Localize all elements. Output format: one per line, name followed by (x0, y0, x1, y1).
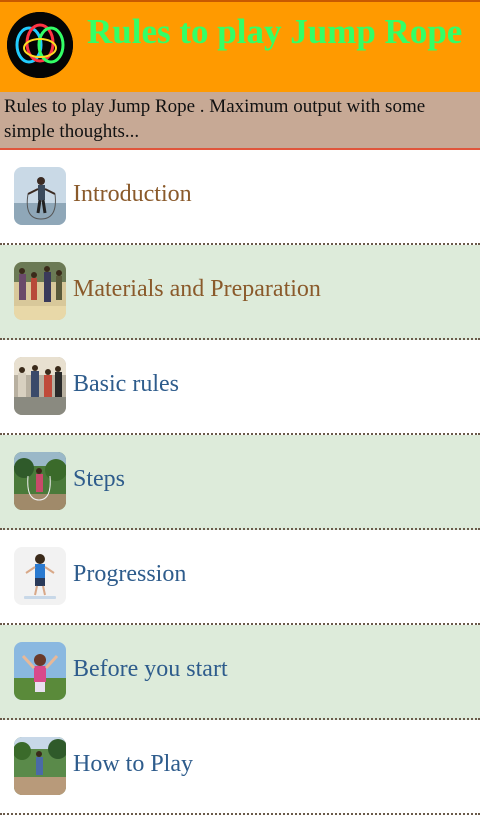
rings-app-icon (7, 12, 73, 78)
menu-list: Introduction Materials and Preparation B… (0, 150, 480, 815)
menu-item-label: Steps (73, 466, 126, 492)
app-subtitle: Rules to play Jump Rope . Maximum output… (0, 92, 480, 150)
app-title: Rules to play Jump Rope (87, 12, 463, 51)
menu-item-label: Introduction (73, 181, 192, 207)
menu-item-before-you-start[interactable]: Before you start (0, 625, 480, 720)
menu-item-label: Progression (73, 561, 187, 587)
menu-item-introduction[interactable]: Introduction (0, 150, 480, 245)
girl-jumping-thumbnail (14, 642, 66, 700)
group-jumping-thumbnail (14, 357, 66, 415)
menu-item-label: How to Play (73, 751, 193, 777)
menu-item-label: Before you start (73, 656, 228, 682)
menu-item-steps[interactable]: Steps (0, 435, 480, 530)
menu-item-materials-and-preparation[interactable]: Materials and Preparation (0, 245, 480, 340)
park-jump-thumbnail (14, 737, 66, 795)
menu-item-progression[interactable]: Progression (0, 530, 480, 625)
menu-item-label: Basic rules (73, 371, 179, 397)
menu-item-label: Materials and Preparation (73, 276, 321, 302)
menu-item-basic-rules[interactable]: Basic rules (0, 340, 480, 435)
app-header: Rules to play Jump Rope (0, 0, 480, 92)
boy-jumping-thumbnail (14, 547, 66, 605)
menu-item-how-to-play[interactable]: How to Play (0, 720, 480, 815)
person-jumping-rope-thumbnail (14, 167, 66, 225)
outdoor-jump-thumbnail (14, 452, 66, 510)
children-playing-thumbnail (14, 262, 66, 320)
